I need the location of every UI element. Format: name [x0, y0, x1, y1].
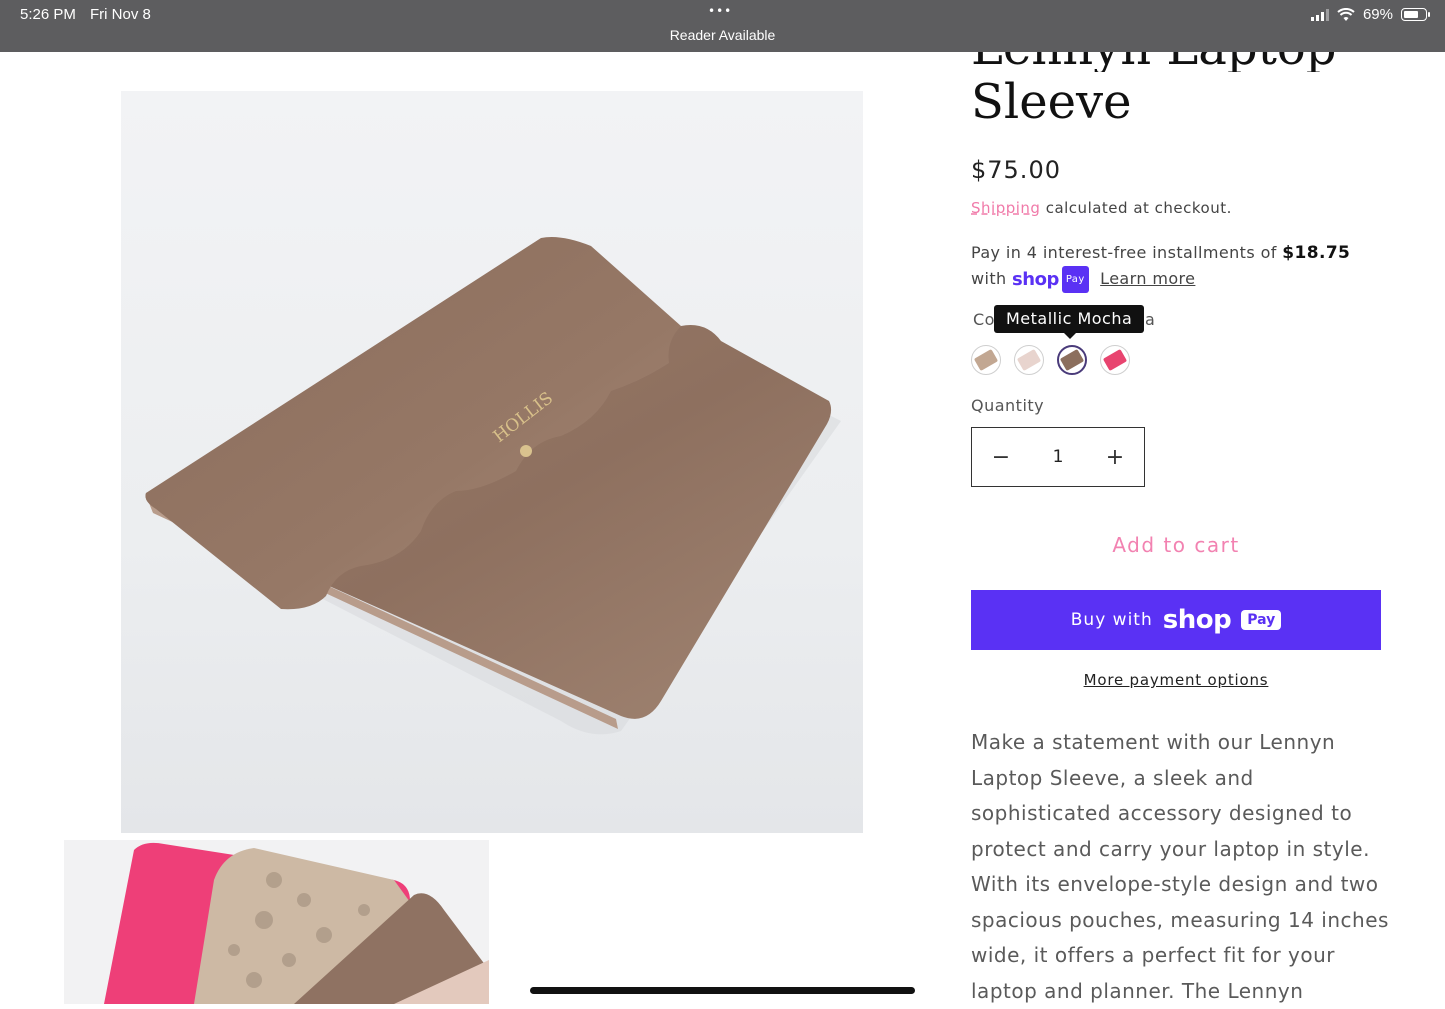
product-title-top-cut: Lennyn Laptop	[971, 52, 1441, 72]
main-product-image[interactable]: HOLLIS	[121, 91, 863, 833]
home-indicator[interactable]	[530, 987, 915, 994]
status-date: Fri Nov 8	[90, 6, 151, 23]
quantity-decrease-button[interactable]: −	[972, 428, 1030, 486]
product-description: Make a statement with our Lennyn Laptop …	[971, 730, 1389, 1003]
more-payment-options-link[interactable]: More payment options	[971, 671, 1381, 689]
product-price: $75.00	[971, 156, 1061, 184]
snap-button-icon	[520, 445, 532, 457]
product-thumbnail[interactable]	[64, 840, 489, 1004]
battery-icon	[1401, 8, 1430, 21]
cellular-signal-icon	[1310, 8, 1329, 21]
quantity-label: Quantity	[971, 396, 1045, 415]
installments-text: Pay in 4 interest-free installments of	[971, 243, 1283, 262]
swatch-tooltip: Metallic Mocha	[994, 305, 1145, 339]
swatch-hot-pink[interactable]	[1100, 345, 1130, 375]
swatch-metallic-mocha[interactable]	[1057, 345, 1087, 375]
reader-available-label[interactable]: Reader Available	[0, 27, 1445, 43]
status-bar: 5:26 PM Fri Nov 8 ••• Reader Available 6…	[0, 0, 1445, 52]
add-to-cart-button[interactable]: Add to cart	[971, 533, 1381, 557]
learn-more-link[interactable]: Learn more	[1100, 269, 1195, 288]
buy-with-shop-pay-button[interactable]: Buy with shop Pay	[971, 590, 1381, 650]
quantity-increase-button[interactable]: +	[1086, 428, 1144, 486]
shop-pay-logo-icon: shop Pay	[1012, 266, 1089, 293]
battery-percent: 69%	[1362, 6, 1393, 23]
laptop-sleeve-illustration: HOLLIS	[145, 237, 841, 735]
shipping-link[interactable]: Shipping	[971, 199, 1040, 217]
installment-amount: $18.75	[1282, 243, 1351, 263]
multitasking-dots-icon[interactable]: •••	[708, 4, 732, 18]
installments-note: Pay in 4 interest-free installments of $…	[971, 240, 1391, 293]
shop-logo-icon: shop	[1162, 605, 1232, 635]
wifi-icon	[1337, 7, 1355, 21]
product-title: Sleeve	[971, 74, 1132, 130]
status-time: 5:26 PM	[20, 6, 76, 23]
swatch-blush[interactable]	[1014, 345, 1044, 375]
shipping-note-text: calculated at checkout.	[1040, 199, 1232, 217]
pay-badge: Pay	[1241, 610, 1282, 630]
quantity-value[interactable]: 1	[1053, 447, 1064, 467]
shipping-note: Shipping calculated at checkout.	[971, 199, 1232, 217]
installments-with: with	[971, 269, 1007, 288]
thumbnail-sleeves-illustration	[64, 840, 489, 1004]
status-indicators: 69%	[1310, 6, 1430, 23]
swatch-tan-leopard[interactable]	[971, 345, 1001, 375]
buy-with-label: Buy with	[1070, 610, 1153, 630]
quantity-stepper: − 1 +	[971, 427, 1145, 487]
